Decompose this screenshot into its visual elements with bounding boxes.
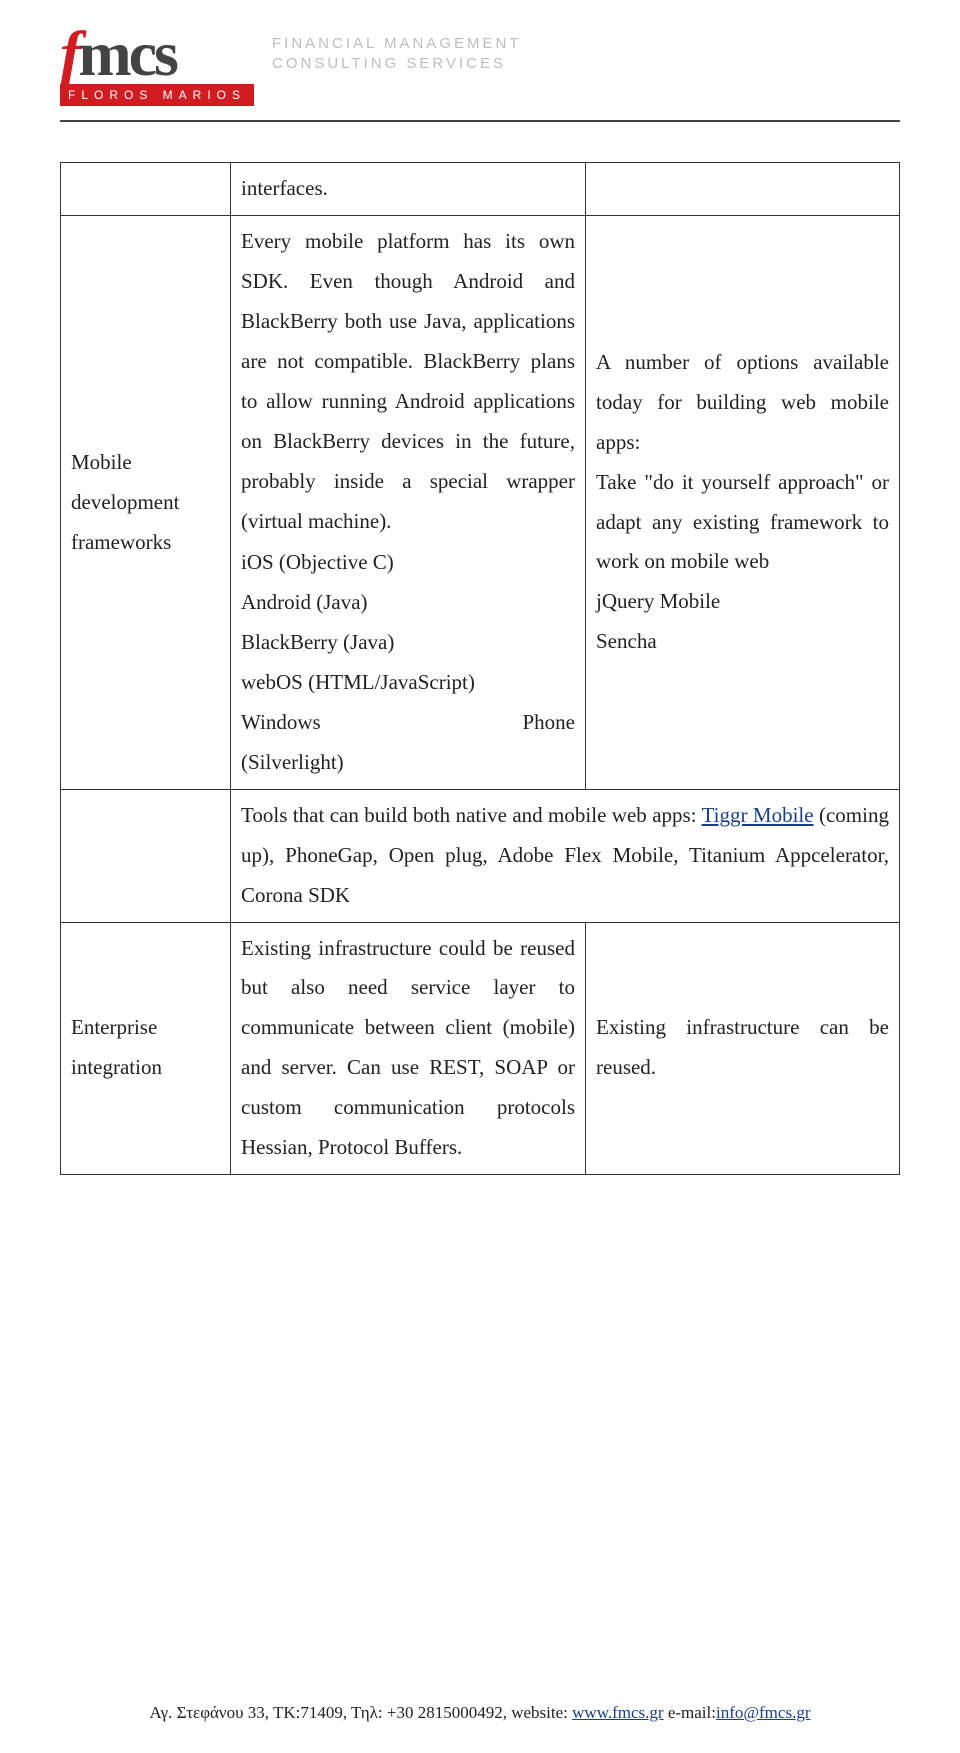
cell-text: jQuery Mobile [596, 582, 889, 622]
list-item: Windows Phone [241, 703, 575, 743]
cell-text: Tools that can build both native and mob… [241, 803, 702, 827]
platforms-list: iOS (Objective C) Android (Java) BlackBe… [241, 543, 575, 782]
cell-text: Take "do it yourself approach" or adapt … [596, 463, 889, 583]
tiggr-link[interactable]: Tiggr Mobile [702, 803, 814, 827]
logo: fmcs FLOROS MARIOS [60, 28, 254, 106]
cell-frameworks-native: Every mobile platform has its own SDK. E… [231, 216, 586, 789]
content-table: interfaces. Mobile development framework… [60, 162, 900, 1174]
cell-text: Every mobile platform has its own SDK. E… [241, 222, 575, 541]
footer-text: e-mail: [664, 1703, 716, 1722]
footer-website-link[interactable]: www.fmcs.gr [572, 1703, 663, 1722]
cell-rowhead-frameworks: Mobile development frameworks [61, 216, 231, 789]
cell-empty [586, 163, 900, 216]
cell-empty [61, 163, 231, 216]
list-item: Android (Java) [241, 583, 575, 623]
cell-enterprise-web: Existing infrastructure can be reused. [586, 922, 900, 1174]
table-row: Mobile development frameworks Every mobi… [61, 216, 900, 789]
cell-enterprise-native: Existing infrastructure could be reused … [231, 922, 586, 1174]
cell-tools: Tools that can build both native and mob… [231, 789, 900, 922]
footer: Αγ. Στεφάνου 33, ΤΚ:71409, Τηλ: +30 2815… [60, 1703, 900, 1723]
table-row: interfaces. [61, 163, 900, 216]
cell-interfaces: interfaces. [231, 163, 586, 216]
cell-text: interfaces. [241, 176, 328, 200]
cell-text: Mobile development frameworks [71, 450, 179, 554]
table-row: Tools that can build both native and mob… [61, 789, 900, 922]
footer-email-link[interactable]: info@fmcs.gr [716, 1703, 811, 1722]
cell-frameworks-web: A number of options available today for … [586, 216, 900, 789]
list-item: BlackBerry (Java) [241, 623, 575, 663]
logo-bar: FLOROS MARIOS [60, 84, 254, 106]
cell-text: Existing infrastructure can be reused. [596, 1015, 889, 1079]
list-item: iOS (Objective C) [241, 543, 575, 583]
cell-text: Sencha [596, 622, 889, 662]
document-page: fmcs FLOROS MARIOS FINANCIAL MANAGEMENT … [0, 0, 960, 1753]
cell-text: A number of options available today for … [596, 343, 889, 463]
cell-text: Existing infrastructure could be reused … [241, 936, 575, 1159]
header: fmcs FLOROS MARIOS FINANCIAL MANAGEMENT … [60, 28, 900, 106]
cell-text: Enterprise integration [71, 1015, 162, 1079]
list-item: (Silverlight) [241, 743, 575, 783]
list-item: webOS (HTML/JavaScript) [241, 663, 575, 703]
header-divider [60, 120, 900, 122]
cell-rowhead-enterprise: Enterprise integration [61, 922, 231, 1174]
logo-letters: fmcs [60, 28, 254, 80]
logo-subtitle: FINANCIAL MANAGEMENT CONSULTING SERVICES [272, 34, 521, 75]
cell-empty [61, 789, 231, 922]
footer-text: Αγ. Στεφάνου 33, ΤΚ:71409, Τηλ: +30 2815… [150, 1703, 573, 1722]
table-row: Enterprise integration Existing infrastr… [61, 922, 900, 1174]
